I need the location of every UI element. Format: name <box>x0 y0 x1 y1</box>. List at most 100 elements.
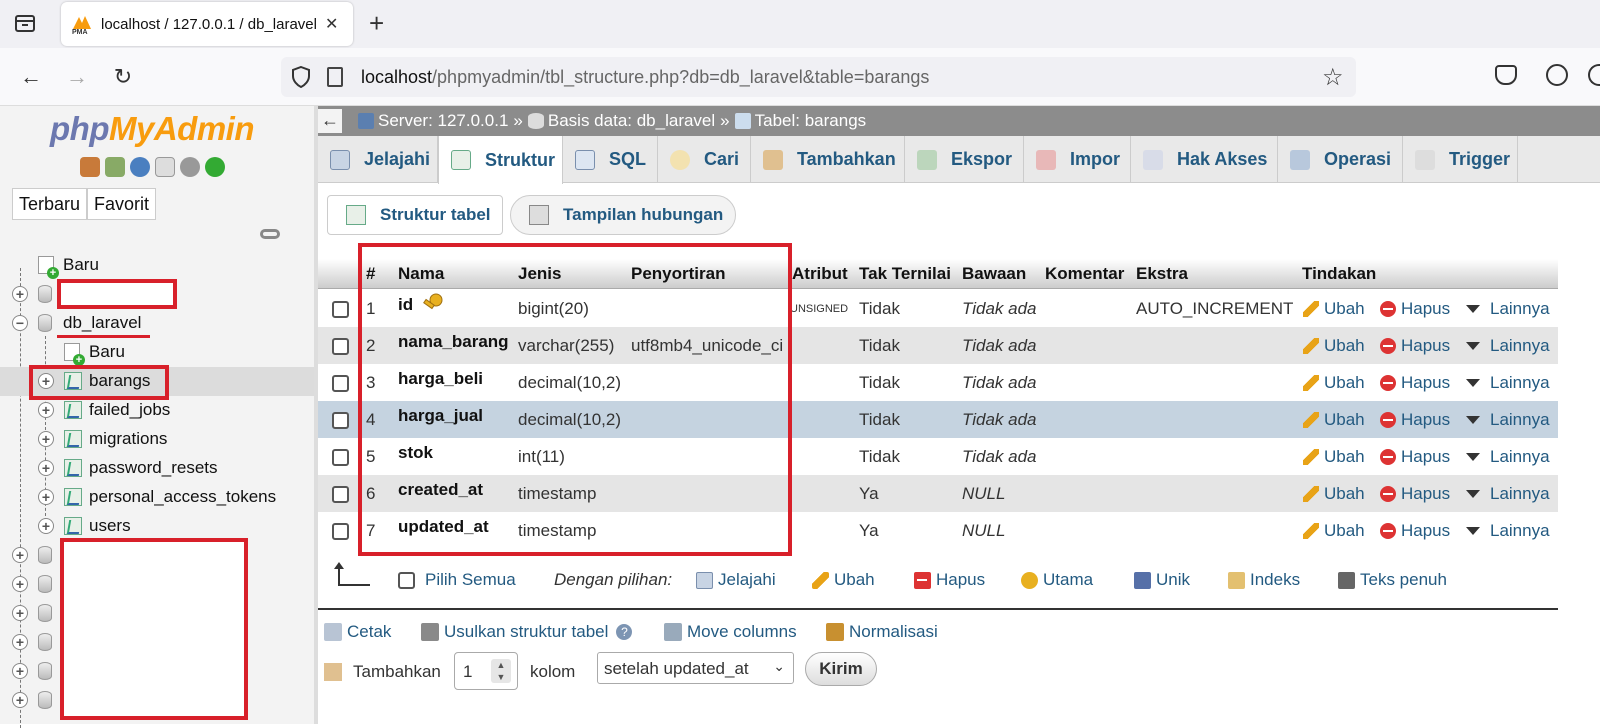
expand-icon[interactable]: + <box>12 605 28 621</box>
expand-icon[interactable]: + <box>38 518 54 534</box>
expand-icon[interactable]: + <box>12 286 28 302</box>
expand-icon[interactable]: + <box>38 460 54 476</box>
drop-link[interactable]: Hapus <box>1380 521 1450 541</box>
spinner-icon[interactable]: ▲ ▼ <box>491 659 511 683</box>
check-all-label[interactable]: Pilih Semua <box>425 570 516 590</box>
tab-list-icon[interactable] <box>14 12 38 36</box>
new-tab-button[interactable]: + <box>369 10 384 36</box>
recent-button[interactable]: Terbaru <box>12 188 88 220</box>
bookmark-star-icon[interactable]: ☆ <box>1322 63 1344 92</box>
expand-icon[interactable]: + <box>38 489 54 505</box>
column-position-select[interactable]: setelah updated_at ⌄ <box>597 652 794 684</box>
bulk-index-button[interactable]: Indeks <box>1228 570 1300 590</box>
tab-import[interactable]: Impor <box>1024 136 1131 183</box>
tab-privileges[interactable]: Hak Akses <box>1131 136 1278 183</box>
bulk-drop-button[interactable]: Hapus <box>914 570 985 590</box>
normalize-link[interactable]: Normalisasi <box>826 622 938 642</box>
subtab-table-structure[interactable]: Struktur tabel <box>327 195 503 235</box>
edit-link[interactable]: Ubah <box>1303 373 1365 393</box>
page-info-icon[interactable] <box>327 67 343 87</box>
db-name[interactable]: db_laravel <box>63 313 141 333</box>
collapse-icon[interactable]: − <box>12 315 28 331</box>
expand-icon[interactable]: + <box>12 547 28 563</box>
tree-item-table[interactable]: + personal_access_tokens <box>0 483 314 512</box>
row-checkbox[interactable] <box>332 375 349 392</box>
expand-icon[interactable]: + <box>38 402 54 418</box>
logout-icon[interactable] <box>105 157 125 177</box>
account-icon[interactable] <box>1546 64 1568 86</box>
tab-structure[interactable]: Struktur <box>438 136 563 184</box>
subtab-relation-view[interactable]: Tampilan hubungan <box>510 195 736 235</box>
propose-structure-link[interactable]: Usulkan struktur tabel? <box>421 622 633 642</box>
back-icon[interactable]: ← <box>16 62 46 92</box>
tree-item-table[interactable]: + users <box>0 512 314 541</box>
reload-icon[interactable]: ↻ <box>108 62 138 92</box>
row-checkbox[interactable] <box>332 301 349 318</box>
expand-icon[interactable]: + <box>12 576 28 592</box>
submit-button[interactable]: Kirim <box>805 652 877 686</box>
docs-icon[interactable] <box>155 157 175 177</box>
edit-link[interactable]: Ubah <box>1303 336 1365 356</box>
edit-link[interactable]: Ubah <box>1303 299 1365 319</box>
tree-item-new[interactable]: Baru <box>0 251 314 280</box>
tree-item-table[interactable]: + failed_jobs <box>0 396 314 425</box>
more-link[interactable]: Lainnya <box>1466 373 1550 393</box>
more-link[interactable]: Lainnya <box>1466 447 1550 467</box>
edit-link[interactable]: Ubah <box>1303 484 1365 504</box>
tab-search[interactable]: Cari <box>658 136 751 183</box>
print-link[interactable]: Cetak <box>324 622 391 642</box>
row-checkbox[interactable] <box>332 523 349 540</box>
help-icon[interactable]: ? <box>616 624 633 640</box>
tab-sql[interactable]: SQL <box>563 136 658 183</box>
tab-insert[interactable]: Tambahkan <box>751 136 905 183</box>
edit-link[interactable]: Ubah <box>1303 447 1365 467</box>
tree-item-table[interactable]: + barangs <box>0 365 314 400</box>
row-checkbox[interactable] <box>332 449 349 466</box>
tree-item-db-laravel[interactable]: − db_laravel <box>0 309 314 338</box>
more-link[interactable]: Lainnya <box>1466 299 1550 319</box>
expand-icon[interactable]: + <box>38 431 54 447</box>
tab-export[interactable]: Ekspor <box>905 136 1024 183</box>
tab-operations[interactable]: Operasi <box>1278 136 1403 183</box>
tab-triggers[interactable]: Trigger <box>1403 136 1518 183</box>
tree-item-table[interactable]: + migrations <box>0 425 314 454</box>
bulk-edit-button[interactable]: Ubah <box>812 570 875 590</box>
close-tab-icon[interactable]: ✕ <box>325 14 338 34</box>
browser-tab[interactable]: PMA localhost / 127.0.0.1 / db_laravel ✕ <box>61 2 353 46</box>
tree-item-new-table[interactable]: Baru <box>0 338 314 367</box>
settings-gear-icon[interactable] <box>180 157 200 177</box>
drop-link[interactable]: Hapus <box>1380 299 1450 319</box>
more-link[interactable]: Lainnya <box>1466 336 1550 356</box>
edit-link[interactable]: Ubah <box>1303 521 1365 541</box>
expand-icon[interactable]: + <box>12 663 28 679</box>
expand-icon[interactable]: + <box>12 634 28 650</box>
more-link[interactable]: Lainnya <box>1466 410 1550 430</box>
phpmyadmin-logo[interactable]: phpMyAdmin <box>50 110 254 148</box>
drop-link[interactable]: Hapus <box>1380 410 1450 430</box>
move-columns-link[interactable]: Move columns <box>664 622 797 642</box>
breadcrumb-table[interactable]: Tabel: barangs <box>755 111 867 131</box>
pocket-icon[interactable] <box>1495 65 1517 85</box>
reload-navigation-icon[interactable] <box>205 157 225 177</box>
bulk-unique-button[interactable]: Unik <box>1134 570 1190 590</box>
breadcrumb-database[interactable]: Basis data: db_laravel <box>548 111 715 131</box>
more-link[interactable]: Lainnya <box>1466 521 1550 541</box>
extensions-icon[interactable] <box>1588 64 1600 86</box>
drop-link[interactable]: Hapus <box>1380 447 1450 467</box>
column-count-stepper[interactable]: 1 ▲ ▼ <box>454 652 518 690</box>
home-icon[interactable] <box>80 157 100 177</box>
drop-link[interactable]: Hapus <box>1380 336 1450 356</box>
bulk-fulltext-button[interactable]: Teks penuh <box>1338 570 1447 590</box>
help-icon[interactable] <box>130 157 150 177</box>
check-all-checkbox[interactable] <box>398 572 415 589</box>
row-checkbox[interactable] <box>332 486 349 503</box>
drop-link[interactable]: Hapus <box>1380 373 1450 393</box>
row-checkbox[interactable] <box>332 412 349 429</box>
bulk-browse-button[interactable]: Jelajahi <box>696 570 776 590</box>
row-checkbox[interactable] <box>332 338 349 355</box>
collapse-sidebar-icon[interactable]: ← <box>318 109 342 133</box>
bulk-primary-button[interactable]: Utama <box>1021 570 1093 590</box>
favorite-button[interactable]: Favorit <box>87 188 157 220</box>
drop-link[interactable]: Hapus <box>1380 484 1450 504</box>
forward-icon[interactable]: → <box>62 62 92 92</box>
